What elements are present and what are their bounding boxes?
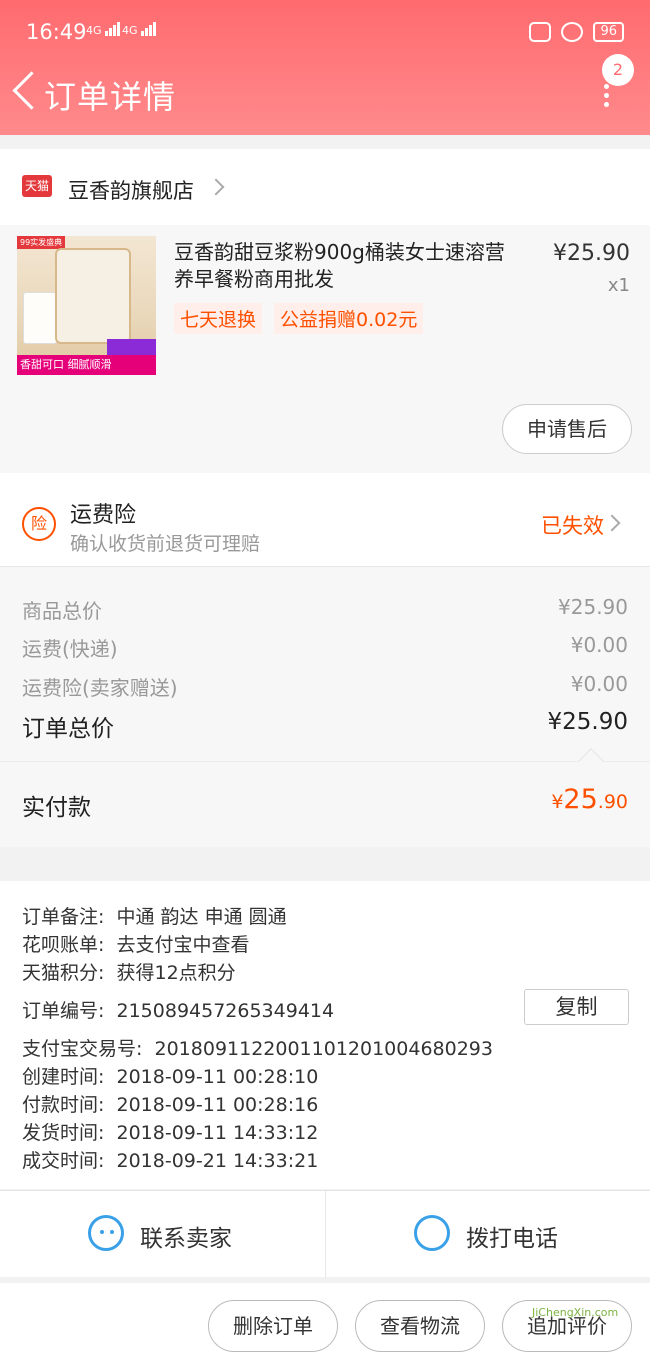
more-menu-icon[interactable] — [600, 84, 612, 110]
status-bar: 16:49 4G 4G 96 — [0, 0, 650, 68]
page-title: 订单详情 — [44, 78, 177, 116]
info-huabei[interactable]: 花呗账单: 去支付宝中查看 — [22, 930, 250, 957]
chevron-right-icon — [603, 514, 621, 532]
fee-row-insurance: 运费险(卖家赠送) ¥0.00 — [22, 672, 628, 701]
message-badge[interactable]: 2 — [602, 54, 634, 86]
network-type-2: 4G — [122, 24, 138, 37]
info-value[interactable]: 去支付宝中查看 — [117, 934, 250, 956]
tmall-logo: 天猫 — [22, 175, 52, 197]
fee-value: ¥0.00 — [570, 672, 628, 696]
tag-charity: 公益捐赠0.02元 — [274, 303, 424, 334]
info-label: 付款时间: — [22, 1094, 105, 1116]
action-bar: 删除订单 查看物流 追加评价 — [0, 1283, 650, 1372]
chevron-right-icon — [207, 178, 225, 196]
after-sale-button[interactable]: 申请售后 — [502, 404, 632, 454]
fee-label: 运费险(卖家赠送) — [22, 676, 178, 700]
insurance-title: 运费险 — [70, 503, 137, 528]
thumbnail-slogan: 香甜可口 细腻顺滑 — [20, 358, 112, 371]
copy-button[interactable]: 复制 — [524, 989, 629, 1025]
battery-icon: 96 — [593, 22, 624, 42]
thumbnail-promo-tag: 99实发盛典 — [17, 236, 66, 249]
site-watermark: JiChengXin.com — [532, 1306, 619, 1319]
info-shipped-time: 发货时间: 2018-09-11 14:33:12 — [22, 1118, 318, 1145]
info-alipay-no: 支付宝交易号: 2018091122001101201004680293 — [22, 1034, 493, 1061]
fee-row-total: 订单总价 ¥25.90 — [22, 709, 628, 743]
info-paid-time: 付款时间: 2018-09-11 00:28:16 — [22, 1090, 318, 1117]
view-logistics-button[interactable]: 查看物流 — [355, 1300, 485, 1352]
info-label: 成交时间: — [22, 1150, 105, 1172]
store-name[interactable]: 豆香韵旗舰店 — [68, 175, 194, 205]
status-time: 16:49 — [26, 20, 87, 44]
info-label: 订单编号: — [22, 1000, 105, 1022]
product-title[interactable]: 豆香韵甜豆浆粉900g桶装女士速溶营养早餐粉商用批发 — [174, 239, 524, 293]
product-quantity: x1 — [607, 275, 630, 296]
info-label: 发货时间: — [22, 1122, 105, 1144]
product-tags: 七天退换 公益捐赠0.02元 — [174, 303, 424, 334]
order-info: 订单备注: 中通 韵达 申通 圆通 花呗账单: 去支付宝中查看 天猫积分: 获得… — [0, 881, 650, 1189]
store-row[interactable]: 天猫 豆香韵旗舰店 — [0, 149, 650, 225]
paid-decimal: .90 — [597, 791, 628, 813]
fee-value: ¥0.00 — [570, 633, 628, 657]
tag-seven-day-return: 七天退换 — [174, 303, 263, 334]
order-total-label: 订单总价 — [22, 716, 114, 742]
back-arrow-icon[interactable] — [12, 74, 40, 112]
info-label: 创建时间: — [22, 1066, 105, 1088]
fee-row-shipping: 运费(快递) ¥0.00 — [22, 633, 628, 662]
info-value: 中通 韵达 申通 圆通 — [116, 906, 287, 928]
network-type-1: 4G — [86, 24, 102, 37]
info-value: 获得12点积分 — [116, 962, 236, 984]
info-done-time: 成交时间: 2018-09-21 14:33:21 — [22, 1146, 318, 1173]
info-label: 天猫积分: — [22, 962, 105, 984]
info-order-no: 订单编号: 215089457265349414 — [22, 996, 334, 1023]
call-phone-button[interactable]: 拨打电话 — [325, 1191, 650, 1278]
chat-face-icon — [88, 1215, 124, 1251]
call-phone-label: 拨打电话 — [466, 1226, 558, 1252]
info-label: 花呗账单: — [22, 934, 105, 956]
info-label: 订单备注: — [22, 906, 105, 928]
insurance-icon: 险 — [22, 507, 56, 541]
info-label: 支付宝交易号: — [22, 1038, 143, 1060]
signal-icon: 4G — [86, 22, 121, 36]
glass-image — [23, 292, 57, 344]
product-price: ¥25.90 — [553, 241, 630, 266]
contact-seller-label: 联系卖家 — [140, 1226, 232, 1252]
lock-icon — [561, 22, 584, 42]
info-value: 2018-09-11 00:28:10 — [116, 1066, 319, 1088]
shipping-insurance-row[interactable]: 险 运费险 确认收货前退货可理赔 已失效 — [0, 473, 650, 567]
contact-bar: 联系卖家 拨打电话 — [0, 1190, 650, 1278]
insurance-subtitle: 确认收货前退货可理赔 — [70, 533, 261, 555]
fee-row-items: 商品总价 ¥25.90 — [22, 595, 628, 624]
info-value: 2018-09-11 00:28:16 — [116, 1094, 319, 1116]
order-total-value: ¥25.90 — [547, 709, 628, 735]
insurance-status: 已失效 — [541, 514, 604, 538]
fee-value: ¥25.90 — [558, 595, 628, 619]
info-value: 2018-09-11 14:33:12 — [116, 1122, 319, 1144]
info-points: 天猫积分: 获得12点积分 — [22, 958, 236, 985]
product-can-image — [55, 248, 131, 344]
info-value: 2018091122001101201004680293 — [154, 1038, 493, 1060]
product-thumbnail[interactable]: 99实发盛典 香甜可口 细腻顺滑 — [17, 236, 156, 375]
fee-summary: 商品总价 ¥25.90 运费(快递) ¥0.00 运费险(卖家赠送) ¥0.00… — [0, 567, 650, 761]
product-card[interactable]: 99实发盛典 香甜可口 细腻顺滑 豆香韵甜豆浆粉900g桶装女士速溶营养早餐粉商… — [0, 225, 650, 473]
paid-amount-row: 实付款 ¥25.90 — [0, 748, 650, 847]
paid-label: 实付款 — [22, 795, 91, 821]
fee-label: 运费(快递) — [22, 637, 118, 661]
info-value: 215089457265349414 — [116, 1000, 335, 1022]
vibrate-icon — [529, 22, 552, 42]
signal-icon-2: 4G — [122, 22, 157, 36]
header-bar: 16:49 4G 4G 96 订单详情 2 — [0, 0, 650, 135]
info-created: 创建时间: 2018-09-11 00:28:10 — [22, 1062, 318, 1089]
info-value: 2018-09-21 14:33:21 — [116, 1150, 319, 1172]
delete-order-button[interactable]: 删除订单 — [208, 1300, 338, 1352]
paid-currency: ¥ — [551, 791, 564, 813]
contact-seller-button[interactable]: 联系卖家 — [0, 1191, 325, 1278]
phone-icon — [414, 1215, 450, 1251]
fee-label: 商品总价 — [22, 599, 102, 623]
paid-value: ¥25.90 — [551, 784, 628, 815]
info-remark: 订单备注: 中通 韵达 申通 圆通 — [22, 902, 287, 929]
paid-integer: 25 — [563, 784, 598, 815]
